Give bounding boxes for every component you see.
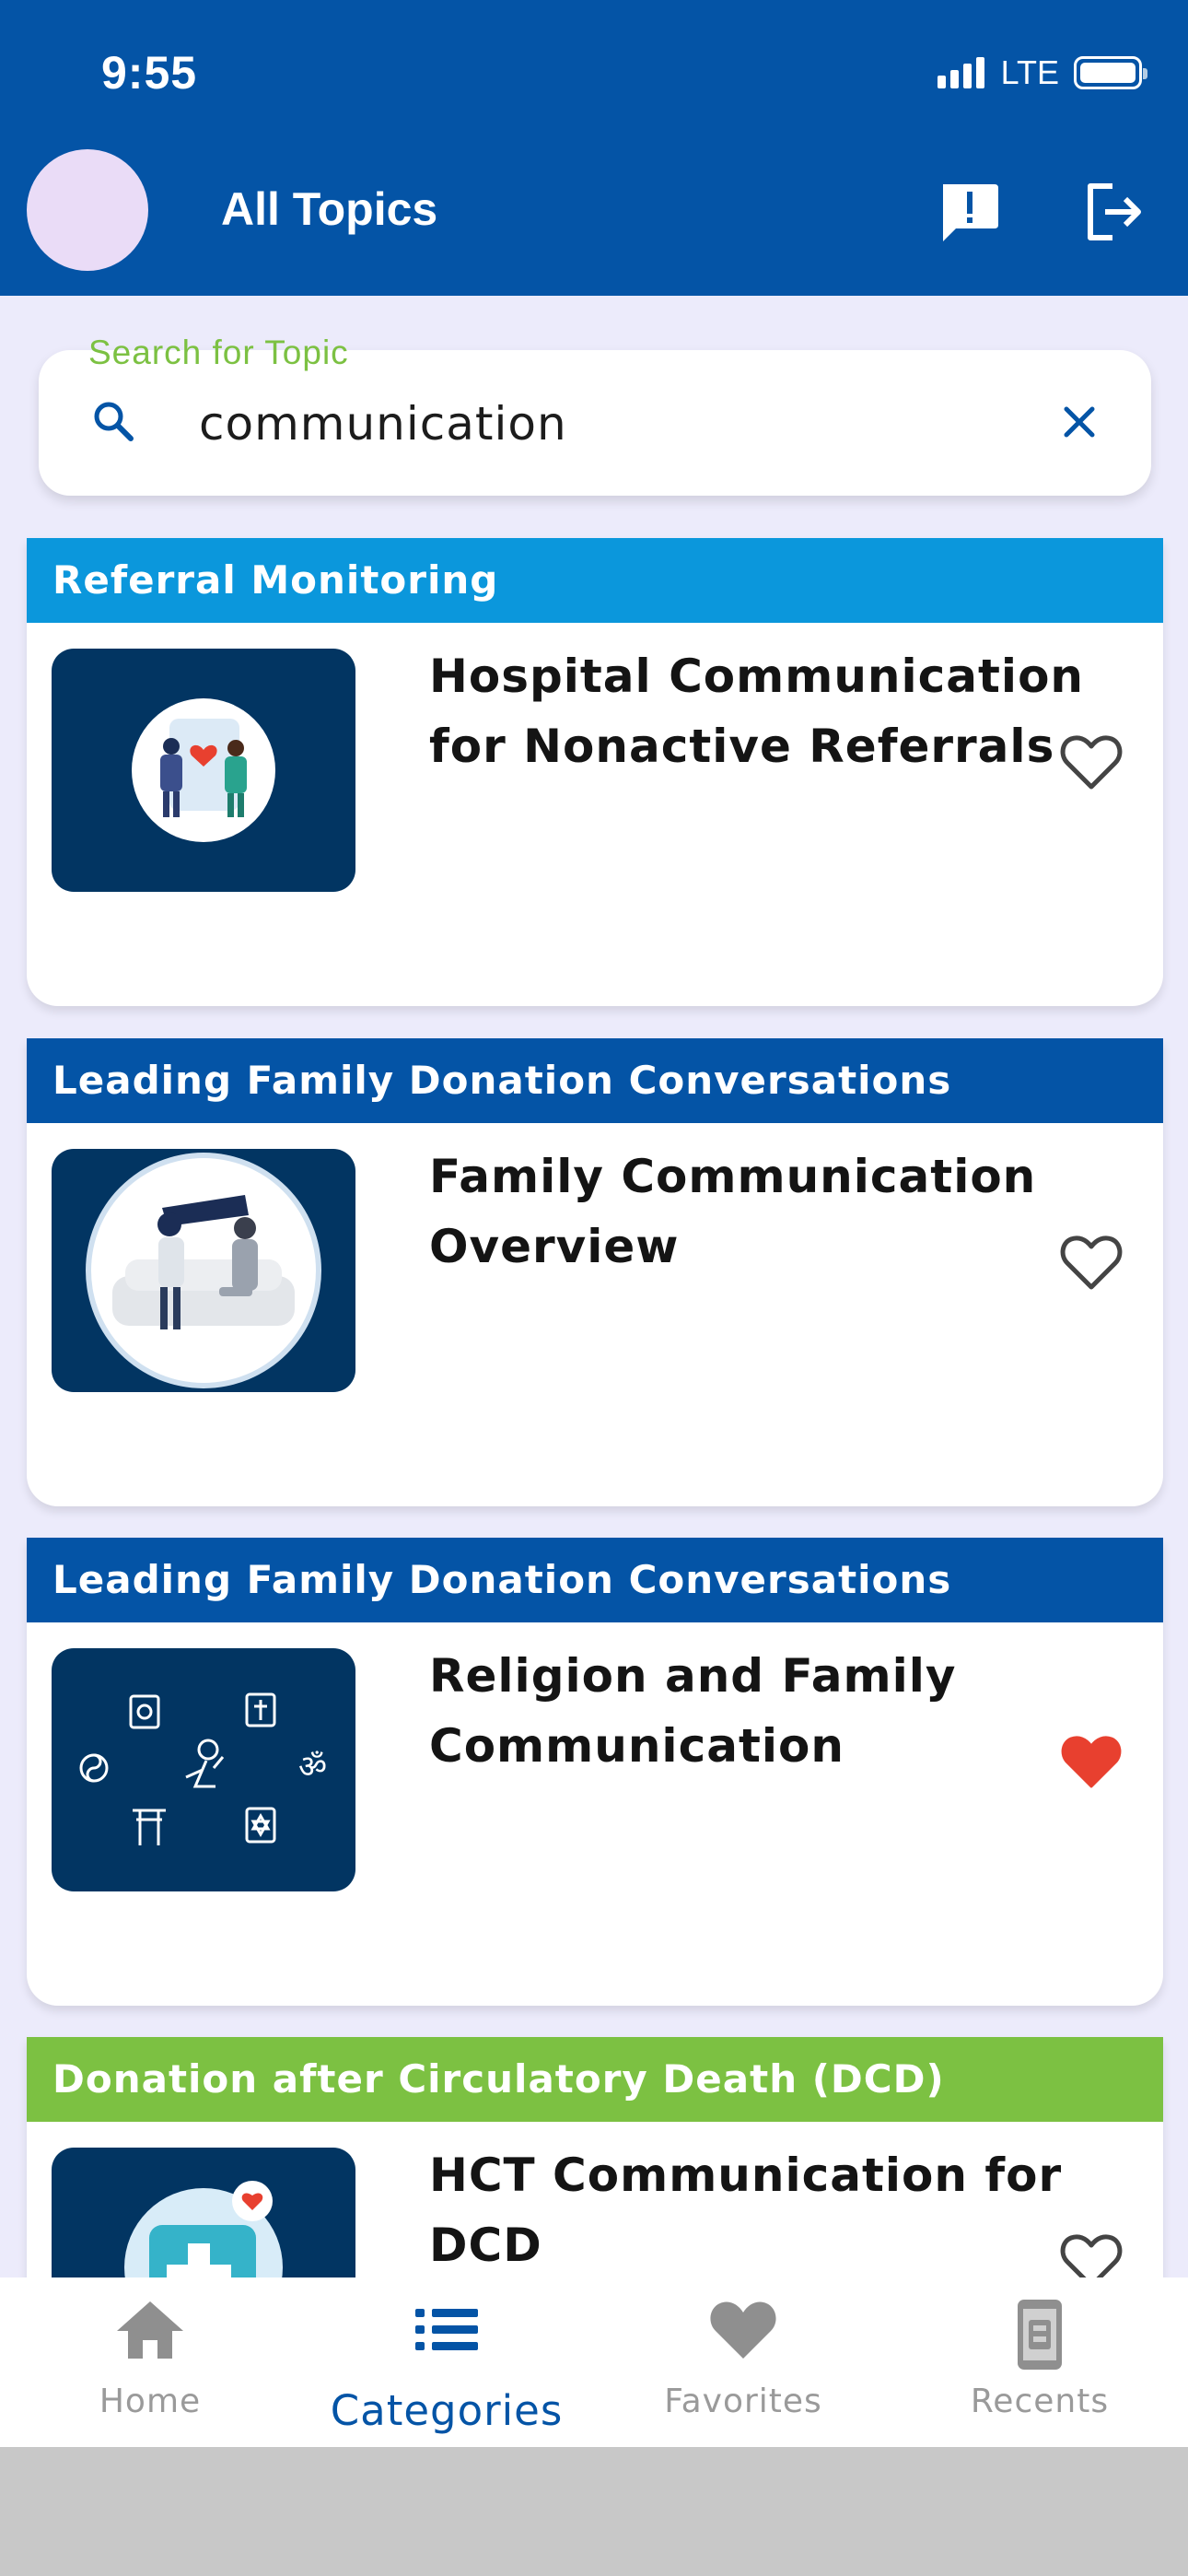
search-input[interactable]: [199, 387, 1028, 461]
category-banner: Leading Family Donation Conversations: [27, 1038, 1163, 1123]
nav-home[interactable]: Home: [2, 2277, 298, 2447]
search-icon: [94, 402, 134, 441]
search-label: Search for Topic: [88, 334, 349, 371]
logout-icon: [1088, 183, 1141, 240]
religion-symbols-illustration: ॐ: [52, 1648, 355, 1891]
heart-icon: [710, 2301, 776, 2359]
page-title: All Topics: [221, 183, 438, 235]
topic-card[interactable]: Referral Monitoring Hospital Communicati…: [27, 538, 1163, 1006]
feedback-icon: [943, 184, 998, 241]
nav-label: Favorites: [664, 2383, 822, 2420]
category-banner: Referral Monitoring: [27, 538, 1163, 623]
category-banner: Donation after Circulatory Death (DCD): [27, 2037, 1163, 2122]
feedback-button[interactable]: [932, 175, 1006, 249]
favorite-heart-icon[interactable]: [1058, 730, 1124, 796]
home-icon: [117, 2301, 183, 2359]
nav-label-active: Categories: [330, 2386, 564, 2435]
recents-icon: [1018, 2300, 1062, 2370]
nav-recents[interactable]: Recents: [891, 2277, 1188, 2447]
hospital-staff-illustration: [52, 649, 355, 892]
battery-icon: [1074, 56, 1147, 89]
favorite-heart-icon[interactable]: [1058, 1729, 1124, 1796]
topic-card[interactable]: Leading Family Donation Conversations ॐ …: [27, 1538, 1163, 2006]
topic-title: Hospital Communication for Nonactive Ref…: [429, 650, 1085, 773]
status-time: 9:55: [101, 47, 198, 99]
topic-title: Religion and Family Communication: [429, 1649, 957, 1773]
nav-label: Recents: [970, 2383, 1110, 2420]
app-header: 9:55 LTE All Topics: [0, 0, 1188, 296]
nav-label: Home: [99, 2383, 202, 2420]
status-indicators: LTE: [937, 53, 1147, 92]
topic-card[interactable]: Leading Family Donation Conversations Fa…: [27, 1038, 1163, 1506]
app-screen: 9:55 LTE All Topics communication Search…: [0, 0, 1188, 2447]
topic-title: Family Communication Overview: [429, 1150, 1037, 1273]
favorite-heart-icon[interactable]: [1058, 1230, 1124, 1296]
network-label: LTE: [1000, 53, 1059, 91]
category-banner: Leading Family Donation Conversations: [27, 1538, 1163, 1622]
svg-text:ॐ: ॐ: [298, 1749, 327, 1786]
nav-categories[interactable]: Categories: [298, 2277, 595, 2447]
nav-favorites[interactable]: Favorites: [595, 2277, 891, 2447]
family-conversation-illustration: [52, 1149, 355, 1392]
clear-search-icon[interactable]: [1055, 398, 1103, 446]
bottom-navigation: Home Categories Favorites Recents: [0, 2277, 1188, 2447]
signal-icon: [937, 57, 984, 88]
logout-button[interactable]: [1077, 175, 1151, 249]
list-icon: [415, 2309, 478, 2350]
avatar[interactable]: [27, 149, 148, 271]
topic-title: HCT Communication for DCD: [429, 2149, 1063, 2272]
